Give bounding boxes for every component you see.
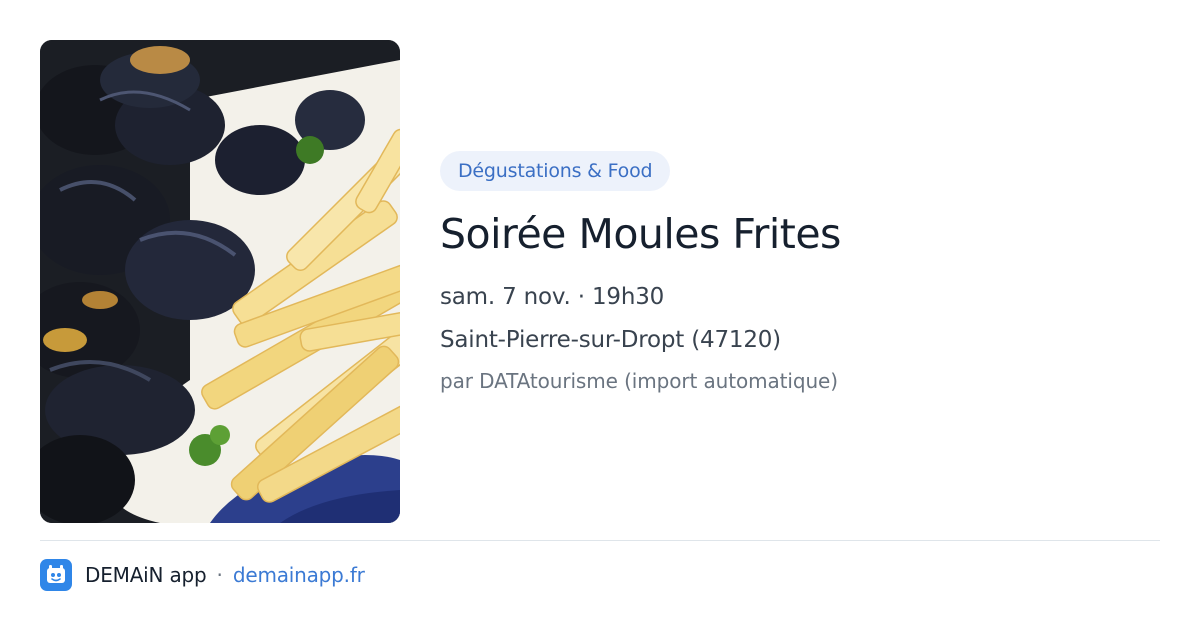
event-image xyxy=(40,40,400,523)
app-domain-link[interactable]: demainapp.fr xyxy=(233,563,365,587)
event-datetime: sam. 7 nov. · 19h30 xyxy=(440,284,665,310)
event-source: par DATAtourisme (import automatique) xyxy=(440,369,838,393)
footer-separator: · xyxy=(216,562,223,587)
event-photo xyxy=(40,40,400,523)
event-details: Dégustations & Food Soirée Moules Frites… xyxy=(440,151,1160,394)
footer-divider xyxy=(40,540,1160,541)
footer: DEMAiN app · demainapp.fr xyxy=(40,558,365,591)
app-logo-icon xyxy=(40,558,72,591)
event-title: Soirée Moules Frites xyxy=(440,210,841,258)
app-name: DEMAiN app xyxy=(85,562,207,587)
event-location: Saint-Pierre-sur-Dropt (47120) xyxy=(440,327,781,353)
category-badge[interactable]: Dégustations & Food xyxy=(440,151,671,191)
